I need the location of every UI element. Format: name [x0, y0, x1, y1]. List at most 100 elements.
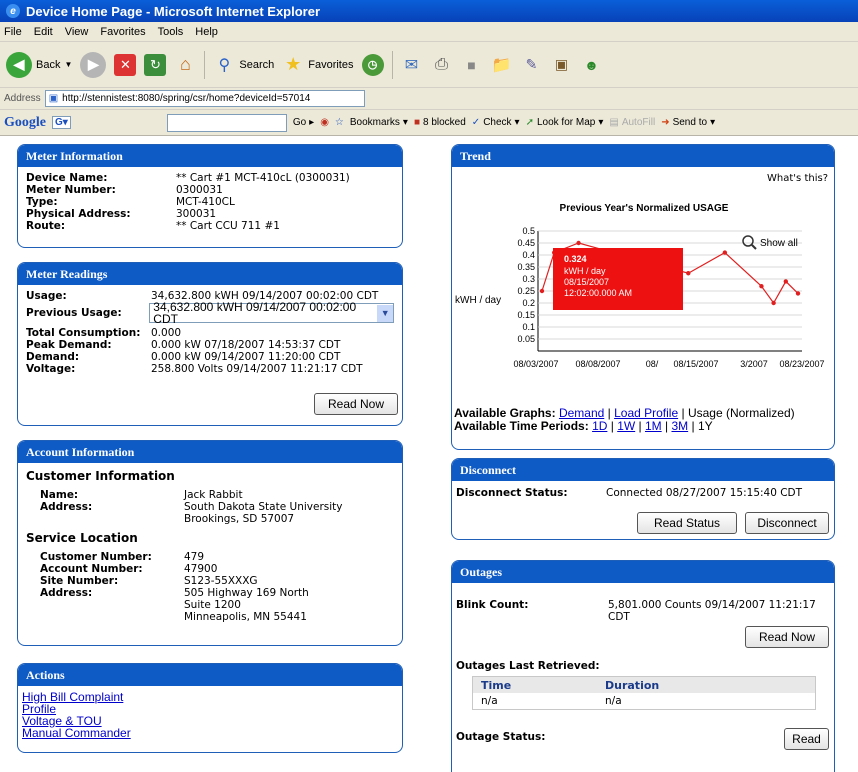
forward-button[interactable]: ▶: [80, 51, 107, 78]
route-value: ** Cart CCU 711 #1: [176, 220, 280, 232]
outages-panel: Outages Blink Count: 5,801.000 Counts 09…: [451, 560, 835, 772]
google-search-input[interactable]: [166, 113, 287, 132]
panel-header: Actions: [18, 664, 402, 686]
panel-header: Meter Information: [18, 145, 402, 167]
customer-address-value: South Dakota State University Brookings, …: [184, 501, 343, 525]
search-button[interactable]: ⚲ Search: [213, 54, 275, 76]
messenger-icon[interactable]: ▣: [551, 54, 573, 76]
account-information-panel: Account Information Customer Information…: [17, 440, 403, 646]
edit-icon[interactable]: ■: [461, 54, 483, 76]
usage-normalized-graph: Usage (Normalized): [687, 406, 795, 420]
chart-y-tick-label: 0.1: [522, 322, 535, 332]
home-icon[interactable]: ⌂: [174, 54, 196, 76]
site-number-value: S123-55XXXG: [184, 575, 258, 587]
google-menu-button[interactable]: G▾: [52, 116, 71, 129]
bookmarks-star-icon[interactable]: ☆: [335, 117, 344, 128]
look-for-map-button[interactable]: ➚ Look for Map ▾: [526, 117, 604, 128]
chart-y-tick-label: 0.5: [522, 226, 535, 236]
high-bill-complaint-link[interactable]: High Bill Complaint: [22, 691, 398, 703]
disconnect-panel: Disconnect Disconnect Status: Connected 0…: [451, 458, 835, 540]
show-all-button[interactable]: Show all: [742, 235, 798, 250]
chart-data-point[interactable]: [539, 288, 545, 294]
period-1d-link[interactable]: 1D: [592, 419, 607, 433]
popup-blocked-button[interactable]: ■ 8 blocked: [414, 117, 466, 128]
toolbar-separator: [204, 50, 206, 79]
disconnect-button[interactable]: Disconnect: [745, 512, 829, 534]
info-row: Address: South Dakota State University Br…: [40, 501, 343, 525]
bookmarks-button[interactable]: Bookmarks ▾: [350, 117, 408, 128]
address-input[interactable]: ▣ http://stennistest:8080/spring/csr/hom…: [44, 90, 365, 107]
chevron-down-icon[interactable]: ▼: [377, 304, 393, 322]
menu-edit[interactable]: Edit: [34, 26, 53, 38]
table-header: Time Duration: [473, 677, 815, 693]
research-icon[interactable]: ✎: [521, 54, 543, 76]
chart-data-point[interactable]: [686, 271, 691, 276]
outages-read-now-button[interactable]: Read Now: [745, 626, 829, 648]
menu-bar: File Edit View Favorites Tools Help: [0, 22, 858, 42]
usage-chart: Previous Year's Normalized USAGE kWH / d…: [455, 203, 825, 369]
history-icon[interactable]: ◷: [361, 53, 384, 76]
chart-data-point[interactable]: [783, 279, 789, 284]
menu-favorites[interactable]: Favorites: [100, 26, 145, 38]
tooltip-date: 08/15/2007: [564, 277, 609, 287]
blink-count-label: Blink Count:: [456, 599, 529, 611]
pagerank-icon[interactable]: ◉: [320, 117, 329, 128]
menu-tools[interactable]: Tools: [158, 26, 184, 38]
meter-readings-panel: Meter Readings Usage: 34,632.800 kWH 09/1…: [17, 262, 403, 426]
period-1m-link[interactable]: 1M: [645, 419, 662, 433]
chart-data-point[interactable]: [722, 250, 728, 255]
chart-data-point[interactable]: [771, 300, 776, 306]
reading-row: Total Consumption: 0.000: [26, 327, 182, 339]
back-button[interactable]: ◀ Back ▼: [6, 51, 72, 78]
info-row: Type: MCT-410CL: [26, 196, 235, 208]
menu-file[interactable]: File: [4, 26, 22, 38]
time-column-header: Time: [481, 678, 512, 692]
google-logo[interactable]: Google: [4, 115, 46, 131]
menu-help[interactable]: Help: [195, 26, 218, 38]
chart-data-point[interactable]: [795, 291, 801, 296]
period-1w-link[interactable]: 1W: [617, 419, 635, 433]
read-now-button[interactable]: Read Now: [314, 393, 398, 415]
type-value: MCT-410CL: [176, 196, 235, 208]
send-arrow-icon: ➜: [661, 117, 670, 128]
manual-commander-link[interactable]: Manual Commander: [22, 727, 398, 739]
total-consumption-value: 0.000: [151, 327, 182, 339]
chart-title: Previous Year's Normalized USAGE: [560, 203, 729, 214]
peak-demand-value: 0.000 kW 07/18/2007 14:53:37 CDT: [151, 339, 341, 351]
google-go-button[interactable]: Go ▸: [293, 117, 314, 128]
chart-y-tick-label: 0.35: [517, 262, 535, 272]
menu-view[interactable]: View: [65, 26, 89, 38]
chart-data-point[interactable]: [576, 240, 581, 246]
demand-graph-link[interactable]: Demand: [559, 406, 604, 420]
address-bar: Address ▣ http://stennistest:8080/spring…: [0, 88, 858, 110]
spellcheck-button[interactable]: ✓ Check ▾: [472, 117, 520, 128]
blink-count-value: 5,801.000 Counts 09/14/2007 11:21:17 CDT: [608, 599, 816, 623]
period-3m-link[interactable]: 3M: [671, 419, 688, 433]
mail-icon[interactable]: ✉: [401, 54, 423, 76]
page-icon: ▣: [48, 93, 59, 104]
favorites-button[interactable]: ★ Favorites: [282, 54, 353, 76]
address-url: http://stennistest:8080/spring/csr/home?…: [62, 93, 311, 104]
info-row: Account Number: 47900: [40, 563, 218, 575]
folder-icon[interactable]: 📁: [491, 54, 513, 76]
contacts-icon[interactable]: ☻: [581, 54, 603, 76]
service-location-heading: Service Location: [26, 531, 138, 545]
stop-icon[interactable]: ✕: [114, 53, 137, 76]
autofill-button[interactable]: ▤ AutoFill: [609, 117, 655, 128]
outage-read-button[interactable]: Read: [784, 728, 829, 750]
google-toolbar: Google G▾ Go ▸ ◉ ☆ Bookmarks ▾ ■ 8 blocked…: [0, 110, 858, 136]
read-status-button[interactable]: Read Status: [637, 512, 737, 534]
print-icon[interactable]: ⎙: [431, 54, 453, 76]
whats-this-link[interactable]: What's this?: [767, 173, 828, 184]
chart-x-tick-label: 08/08/2007: [575, 359, 620, 369]
send-to-button[interactable]: ➜ Send to ▾: [661, 117, 715, 128]
refresh-icon[interactable]: ↻: [144, 53, 167, 76]
toolbar-separator: [391, 50, 393, 79]
zoom-icon: [742, 235, 754, 247]
previous-usage-select[interactable]: 34,632.800 kWH 09/14/2007 00:02:00 CDT ▼: [149, 301, 394, 325]
duration-cell: n/a: [605, 695, 622, 707]
load-profile-graph-link[interactable]: Load Profile: [614, 406, 678, 420]
meter-number-value: 0300031: [176, 184, 223, 196]
voltage-value: 258.800 Volts 09/14/2007 11:21:17 CDT: [151, 363, 363, 375]
chart-data-point[interactable]: [759, 284, 764, 289]
